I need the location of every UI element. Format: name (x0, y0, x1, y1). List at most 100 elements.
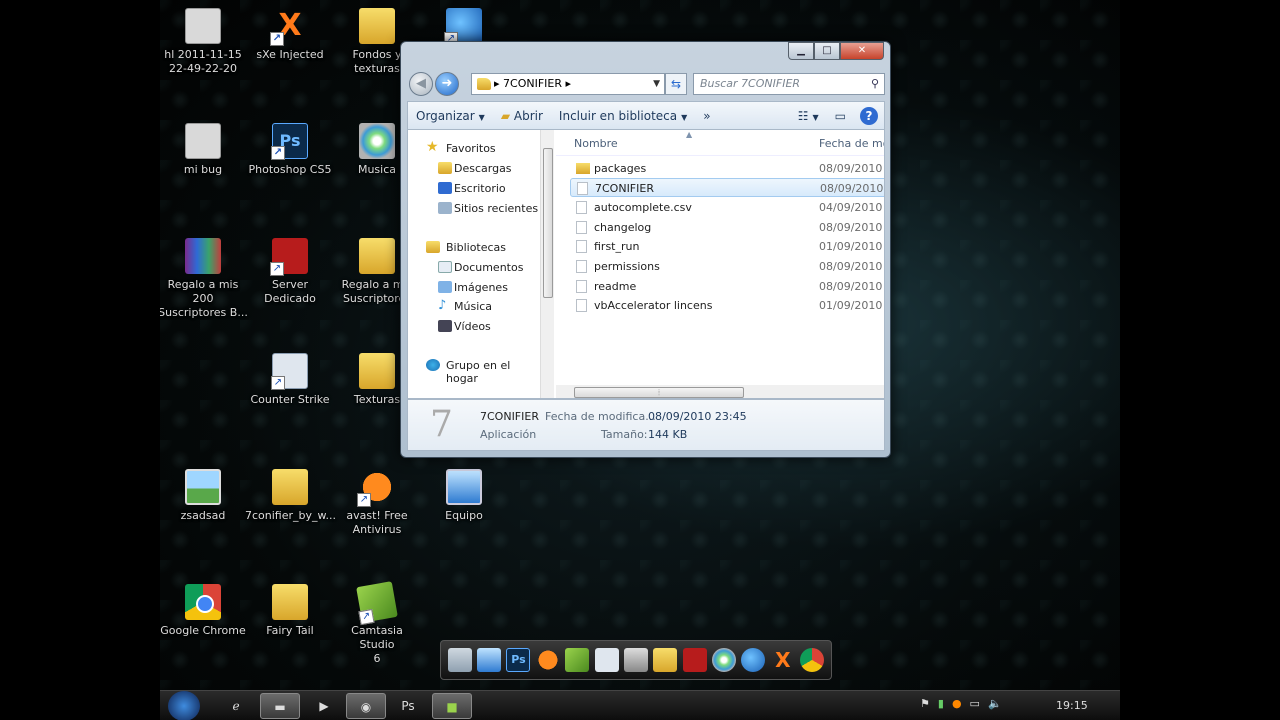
ie-taskbar-button[interactable]: ℯ (216, 693, 256, 719)
desktop-icon-fairy-tail[interactable]: Fairy Tail (245, 584, 335, 638)
nav-images[interactable]: Imágenes (454, 281, 508, 294)
3d-app-icon (444, 8, 482, 46)
nav-recent[interactable]: Sitios recientes (454, 202, 538, 215)
search-input[interactable]: Buscar 7CONIFIER ⚲ (693, 73, 885, 95)
column-name[interactable]: Nombre (574, 137, 618, 150)
file-row-7conifier[interactable]: 7CONIFIER 08/09/2010 23 (570, 178, 884, 197)
scrollbar-thumb[interactable]: ⦙ (574, 387, 744, 398)
desktop-icon-mi-bug[interactable]: mi bug (160, 123, 248, 177)
internet-explorer-icon: ℯ (232, 699, 240, 713)
folder-icon[interactable] (653, 648, 678, 672)
close-button[interactable]: ✕ (840, 42, 884, 60)
camtasia-icon[interactable] (565, 648, 590, 672)
nav-documents[interactable]: Documentos (454, 261, 523, 274)
document-icon (576, 201, 587, 214)
desktop-icon-hl-video[interactable]: hl 2011-11-15 22-49-22-20 (160, 8, 248, 76)
explorer-taskbar-button[interactable]: ▬ (260, 693, 300, 719)
rar-archive-icon (185, 238, 221, 274)
nav-libraries[interactable]: Bibliotecas (446, 241, 506, 254)
desktop-icon-equipo[interactable]: Equipo (419, 469, 509, 523)
photoshop-taskbar-button[interactable]: Ps (388, 693, 428, 719)
counter-strike-icon[interactable] (594, 648, 619, 672)
maximize-button[interactable]: □ (814, 42, 840, 60)
desktop-icon-chrome[interactable]: Google Chrome (160, 584, 248, 638)
nav-favorites[interactable]: Favoritos (446, 142, 496, 155)
file-date: 08/09/2010 23 (819, 162, 884, 175)
music-cd-icon[interactable] (712, 648, 737, 672)
desktop-icon-photoshop[interactable]: Ps Photoshop CS5 (245, 123, 335, 177)
file-row-vbaccelerator[interactable]: vbAccelerator lincens 01/09/2010 16 (570, 296, 884, 315)
desktop-icon-sxe[interactable]: X sXe Injected (245, 8, 335, 62)
more-commands-button[interactable]: » (695, 109, 718, 123)
chevron-down-icon[interactable]: ▼ (653, 74, 660, 94)
file-row-readme[interactable]: readme 08/09/2010 23 (570, 277, 884, 296)
file-row-changelog[interactable]: changelog 08/09/2010 23 (570, 218, 884, 237)
half-life-icon[interactable] (682, 648, 707, 672)
open-button[interactable]: ▰ Abrir (493, 109, 551, 123)
nav-videos[interactable]: Vídeos (454, 320, 491, 333)
photoshop-icon: Ps (401, 699, 415, 713)
camtasia-taskbar-button[interactable]: ◉ (346, 693, 386, 719)
desktop-icon-label: Regalo a mis 200 Suscriptores B... (160, 278, 248, 319)
file-row-first-run[interactable]: first_run 01/09/2010 16 (570, 237, 884, 256)
file-name: changelog (594, 221, 652, 234)
nav-homegroup[interactable]: Grupo en el hogar (446, 359, 542, 385)
desktop-icon-zsadsad[interactable]: zsadsad (160, 469, 248, 523)
column-date[interactable]: Fecha de mod (819, 137, 884, 150)
monitor-icon[interactable] (623, 648, 648, 672)
desktop-icon-label: Photoshop CS5 (248, 163, 332, 176)
computer-icon[interactable] (477, 648, 502, 672)
clock[interactable]: 19:15 (1056, 699, 1088, 712)
help-icon[interactable]: ? (860, 106, 878, 125)
scrollbar-thumb[interactable] (543, 148, 553, 298)
file-row-packages[interactable]: packages 08/09/2010 23 (570, 159, 884, 178)
desktop-icon-server[interactable]: Server Dedicado (245, 238, 335, 306)
file-row-permissions[interactable]: permissions 08/09/2010 23 (570, 257, 884, 276)
document-icon (576, 280, 587, 293)
desktop-icon-camtasia[interactable]: Camtasia Studio 6 (332, 581, 422, 666)
nav-pane-scrollbar[interactable] (540, 130, 554, 398)
3d-app-icon[interactable] (741, 648, 766, 672)
avast-icon[interactable] (535, 648, 560, 672)
desktop-icon-counter-strike[interactable]: Counter Strike (245, 353, 335, 407)
view-options-button[interactable]: ☷ ▼ (790, 109, 827, 123)
desktop-icon-label: Server Dedicado (264, 278, 316, 305)
tray-volume-icon[interactable]: 🔈 (988, 697, 1002, 710)
details-size-value: 144 KB (648, 428, 688, 441)
tray-network-icon[interactable]: ▮ (938, 697, 944, 710)
half-life-icon (270, 238, 308, 276)
desktop-icon-avast[interactable]: avast! Free Antivirus (332, 469, 422, 537)
chrome-icon[interactable] (800, 648, 825, 672)
photoshop-icon[interactable]: Ps (506, 648, 531, 672)
document-icon (576, 240, 587, 253)
refresh-button[interactable]: ⇆ (665, 73, 687, 95)
tray-display-icon[interactable]: ▭ (970, 697, 980, 710)
file-date: 08/09/2010 23 (819, 260, 884, 273)
minimize-button[interactable]: ▁ (788, 42, 814, 60)
file-row-autocomplete[interactable]: autocomplete.csv 04/09/2010 14 (570, 198, 884, 217)
tray-flag-icon[interactable]: ⚑ (920, 697, 930, 710)
media-player-taskbar-button[interactable]: ▶ (304, 693, 344, 719)
include-library-button[interactable]: Incluir en biblioteca ▼ (551, 109, 695, 123)
address-bar[interactable]: ▸ 7CONIFIER ▸ ▼ (471, 73, 665, 95)
chevron-down-icon: ▼ (478, 112, 485, 122)
start-button[interactable] (168, 691, 200, 720)
desktop-icon-regalo-200[interactable]: Regalo a mis 200 Suscriptores B... (160, 238, 248, 320)
explorer-window[interactable]: ▁ □ ✕ ◀ ➜ ▸ 7CONIFIER ▸ ▼ ⇆ Buscar 7CONI… (400, 41, 891, 458)
desktop-icon-7conifier[interactable]: 7conifier_by_w... (245, 469, 336, 523)
nav-desktop[interactable]: Escritorio (454, 182, 506, 195)
sxe-icon[interactable]: X (771, 648, 795, 672)
organize-button[interactable]: Organizar ▼ (408, 109, 493, 123)
file-list-scrollbar[interactable]: ⦙ (556, 385, 884, 398)
file-name: vbAccelerator lincens (594, 299, 713, 312)
camtasia-studio-taskbar-button[interactable]: ■ (432, 693, 472, 719)
back-button[interactable]: ◀ (409, 72, 433, 96)
nav-music[interactable]: Música (454, 300, 492, 313)
recycle-bin-icon[interactable] (447, 648, 472, 672)
forward-button[interactable]: ➜ (435, 72, 459, 96)
nav-downloads[interactable]: Descargas (454, 162, 512, 175)
desktop-icon-label: Google Chrome (160, 624, 246, 637)
organize-label: Organizar (416, 108, 475, 123)
preview-pane-button[interactable]: ▭ (827, 109, 854, 123)
tray-avast-icon[interactable]: ● (952, 697, 962, 710)
